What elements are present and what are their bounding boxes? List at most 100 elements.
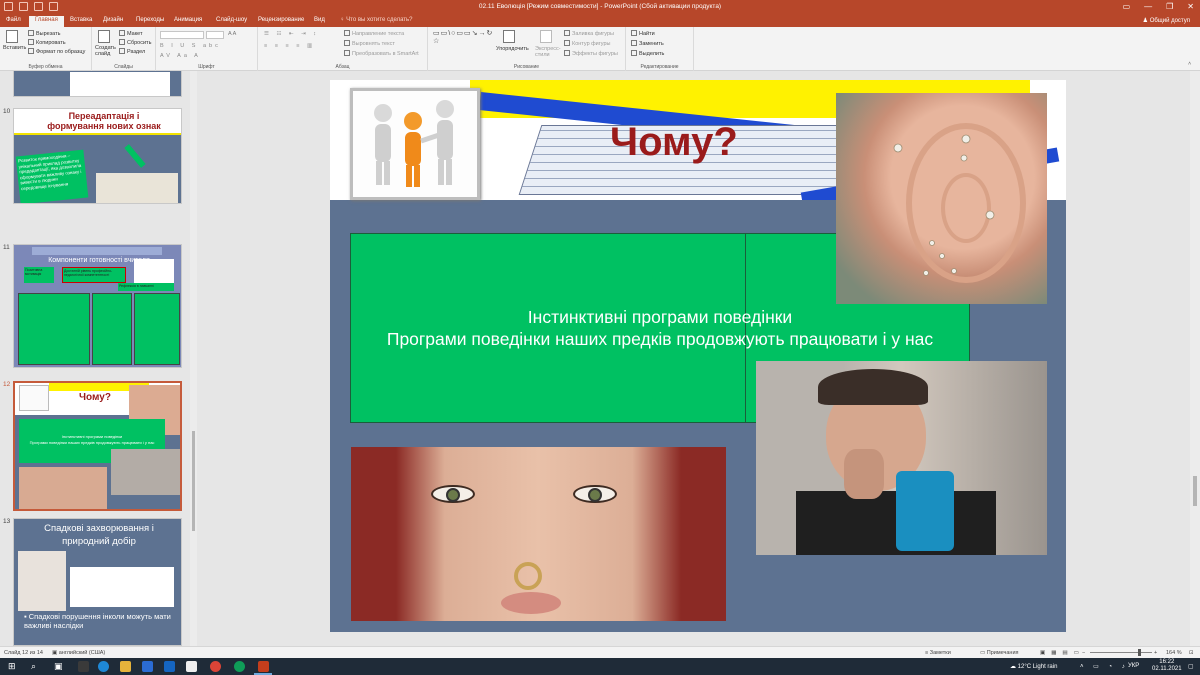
chrome-profile-icon[interactable] <box>234 661 245 672</box>
app-icon[interactable] <box>186 661 197 672</box>
collapse-ribbon-icon[interactable]: ˄ <box>1188 61 1191 67</box>
ribbon-display-icon[interactable]: ▭ <box>1123 2 1131 11</box>
tab-view[interactable]: Вид <box>314 17 325 23</box>
file-explorer-icon[interactable] <box>120 661 131 672</box>
powerpoint-icon[interactable] <box>258 661 269 672</box>
weather-widget[interactable]: ☁ 12°C Light rain <box>1010 663 1057 670</box>
slide-thumbnail-11[interactable]: Компоненти готовності вчителя Позитивна … <box>13 244 182 368</box>
tab-file[interactable]: Файл <box>6 17 21 23</box>
tattooed-man-selfie-photo[interactable] <box>756 361 1047 555</box>
tab-animations[interactable]: Анимация <box>174 17 202 23</box>
slide-scrollbar[interactable] <box>1190 71 1200 646</box>
layout-label: Макет <box>127 31 143 37</box>
thumb12-line2: Програми поведінки наших предків продовж… <box>29 440 155 445</box>
layout-button[interactable]: Макет <box>119 30 143 37</box>
zoom-slider[interactable] <box>1090 652 1152 653</box>
select-button[interactable]: Выделить <box>631 50 664 57</box>
mail-icon[interactable] <box>164 661 175 672</box>
comments-button[interactable]: ▭ Примечания <box>980 650 1019 656</box>
textbox-content[interactable]: Інстинктивні програми поведінки Програми… <box>350 306 970 350</box>
zoom-in-button[interactable]: + <box>1154 650 1157 656</box>
shape-fill-button[interactable]: Заливка фигуры <box>564 30 614 37</box>
font-format-buttons[interactable]: B I U S abc <box>160 43 221 49</box>
align-text-button[interactable]: Выровнять текст <box>344 40 395 47</box>
font-color-buttons[interactable]: AV Aa A <box>160 53 201 59</box>
ear-piercing-photo[interactable] <box>836 93 1047 304</box>
store-icon[interactable] <box>142 661 153 672</box>
slide-number-12: 12 <box>3 381 11 388</box>
slide-title[interactable]: Чому? <box>610 120 738 165</box>
font-group: A A B I U S abc AV Aa A Шрифт <box>156 27 258 71</box>
text-direction-button[interactable]: Направление текста <box>344 30 404 37</box>
zoom-out-button[interactable]: − <box>1082 650 1085 656</box>
share-button[interactable]: ♟ Общий доступ <box>1143 17 1190 24</box>
windows-start-icon[interactable]: ⊞ <box>8 661 16 672</box>
new-slide-button[interactable]: Создать слайд <box>95 45 119 57</box>
thumbnail-scroll-thumb[interactable] <box>192 431 195 531</box>
close-icon[interactable]: ✕ <box>1187 2 1194 11</box>
shape-outline-button[interactable]: Контур фигуры <box>564 40 610 47</box>
current-slide[interactable]: Чому? Інстинктивні програми поведінки Пр… <box>330 80 1066 632</box>
slide-thumbnail-9[interactable] <box>13 71 182 97</box>
task-view-icon[interactable]: ▣ <box>54 661 63 672</box>
list-buttons[interactable]: ☰ ☷ ⇤ ⇥ ↕ <box>264 31 319 37</box>
tell-me-box[interactable]: ♀ Что вы хотите сделать? <box>340 17 413 23</box>
tab-transitions[interactable]: Переходы <box>136 17 164 23</box>
shape-effects-label: Эффекты фигуры <box>572 51 618 57</box>
align-buttons[interactable]: ≡ ≡ ≡ ≡ ▥ <box>264 43 315 49</box>
fit-slide-icon[interactable]: ⊡ <box>1189 650 1194 656</box>
quick-styles-button[interactable]: Экспресс-стили <box>535 46 563 58</box>
notes-button[interactable]: ≡ Заметки <box>925 650 951 656</box>
widgets-icon[interactable] <box>78 661 89 672</box>
minimize-icon[interactable]: — <box>1144 2 1152 11</box>
search-icon[interactable]: ⌕ <box>31 661 36 672</box>
format-painter-label: Формат по образцу <box>36 49 86 55</box>
nose-ring <box>514 562 542 590</box>
shape-effects-button[interactable]: Эффекты фигуры <box>564 50 618 57</box>
tab-review[interactable]: Рецензирование <box>258 17 304 23</box>
people-handshake-image[interactable] <box>350 88 480 200</box>
font-name-input[interactable] <box>160 31 204 39</box>
slide-thumbnail-13[interactable]: Спадкові захворювання і природний добір … <box>13 518 182 646</box>
shapes-gallery[interactable]: ▭▭\○▭▭↘→↻△⌐⌐↗☆{}☆ <box>433 30 493 60</box>
section-button[interactable]: Раздел <box>119 48 145 55</box>
paste-button[interactable]: Вставить <box>3 45 26 51</box>
clock[interactable]: 16:22 02.11.2021 <box>1152 659 1182 673</box>
chrome-icon[interactable] <box>210 661 221 672</box>
view-buttons[interactable]: ▣▦▤▭ <box>1040 650 1085 656</box>
editing-group: Найти Заменить Выделить Редактирование <box>626 27 694 71</box>
thumb11-label-1: Позитивна мотивація <box>24 267 54 283</box>
system-tray-icons[interactable]: ˄ ▭ ◔ ♪ <box>1080 663 1129 670</box>
find-button[interactable]: Найти <box>631 30 655 37</box>
search-icon <box>631 30 637 36</box>
woman-face-piercing-photo[interactable] <box>351 447 726 621</box>
slide-thumbnail-10[interactable]: Переадаптація і формування нових ознак Р… <box>13 108 182 204</box>
replace-button[interactable]: Заменить <box>631 40 664 47</box>
arrange-button[interactable]: Упорядочить <box>496 46 529 52</box>
reset-button[interactable]: Сбросить <box>119 39 151 46</box>
language-indicator-taskbar[interactable]: УКР <box>1128 663 1139 669</box>
tab-design[interactable]: Дизайн <box>103 17 123 23</box>
zoom-slider-thumb[interactable] <box>1138 649 1141 656</box>
slide-thumbnail-12[interactable]: Чому? Інстинктивні програми поведінки Пр… <box>13 381 182 511</box>
smartart-button[interactable]: Преобразовать в SmartArt <box>344 50 419 57</box>
comment-icon: ▭ <box>980 650 987 656</box>
tab-insert[interactable]: Вставка <box>70 17 92 23</box>
zoom-level[interactable]: 164 % <box>1166 650 1182 656</box>
right-eye <box>573 485 617 503</box>
edge-icon[interactable] <box>98 661 109 672</box>
restore-icon[interactable]: ❐ <box>1166 2 1173 11</box>
copy-button[interactable]: Копировать <box>28 39 66 46</box>
format-painter-button[interactable]: Формат по образцу <box>28 48 85 55</box>
font-size-input[interactable] <box>206 31 224 39</box>
cut-button[interactable]: Вырезать <box>28 30 60 37</box>
notification-icon[interactable]: ▢ <box>1188 663 1194 670</box>
text-direction-label: Направление текста <box>352 31 405 37</box>
thumb13-bullet-text: Спадкові порушення інколи можуть мати ва… <box>24 612 171 630</box>
thumbnail-scrollbar[interactable] <box>190 71 197 646</box>
tab-home[interactable]: Главная <box>29 16 64 27</box>
slide-scroll-thumb[interactable] <box>1193 476 1197 506</box>
tab-slideshow[interactable]: Слайд-шоу <box>216 17 247 23</box>
language-indicator[interactable]: ▣ английский (США) <box>52 650 105 656</box>
font-grow-icon[interactable]: A A <box>228 31 236 37</box>
